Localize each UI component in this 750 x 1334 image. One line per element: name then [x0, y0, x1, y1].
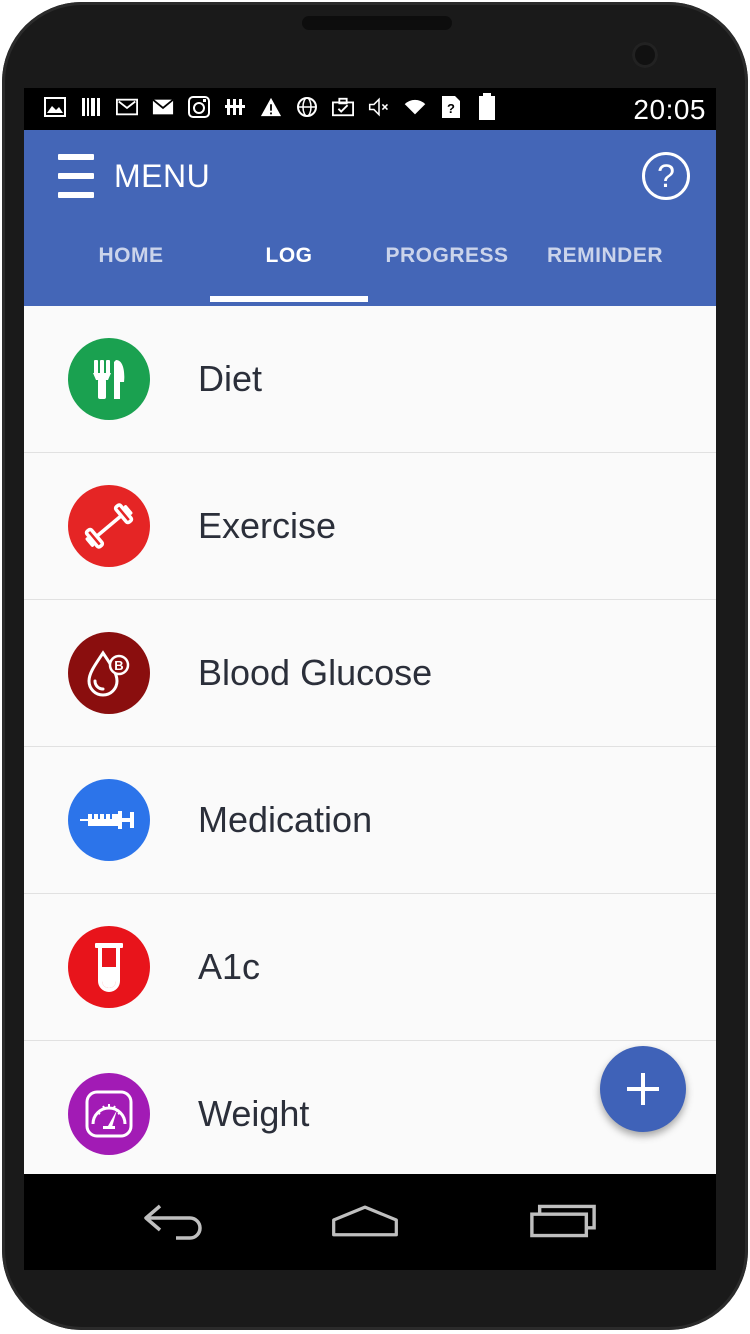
- battery-icon: [476, 93, 498, 120]
- list-item-a1c[interactable]: A1c: [24, 894, 716, 1041]
- image-icon: [44, 96, 66, 118]
- list-item-diet[interactable]: Diet: [24, 306, 716, 453]
- list-item-medication[interactable]: Medication: [24, 747, 716, 894]
- sim-icon: ?: [440, 96, 462, 118]
- warning-icon: [260, 96, 282, 118]
- mute-icon: [368, 96, 390, 118]
- mail-icon: [152, 96, 174, 118]
- screen: ? 20:05 MENU ? HOME LOG PROGRESS REMINDE…: [24, 88, 716, 1174]
- menu-label: MENU: [114, 157, 211, 194]
- menu-button[interactable]: MENU: [58, 152, 210, 200]
- navigation-bar: [24, 1174, 716, 1270]
- list-item-label: Medication: [198, 799, 373, 840]
- status-time: 20:05: [633, 94, 706, 125]
- list-item-blood-glucose[interactable]: B Blood Glucose: [24, 600, 716, 747]
- globe-icon: [296, 96, 318, 118]
- list-item-label: Exercise: [198, 505, 337, 546]
- list-item-label: Diet: [198, 358, 263, 399]
- briefcase-icon: [332, 96, 354, 118]
- front-camera: [632, 42, 658, 68]
- svg-text:?: ?: [447, 101, 455, 116]
- tab-home[interactable]: HOME: [52, 232, 210, 306]
- plus-icon: [627, 1073, 659, 1105]
- scale-gauge-icon: [68, 1073, 150, 1155]
- blood-drop-icon: B: [68, 632, 150, 714]
- list-item-label: Weight: [198, 1093, 310, 1134]
- list-item-label: A1c: [198, 946, 261, 987]
- help-icon: ?: [657, 157, 675, 194]
- fork-knife-icon: [68, 338, 150, 420]
- syringe-icon: [68, 779, 150, 861]
- log-list: Diet Exercise B Blood Glucose Medication…: [24, 306, 716, 1174]
- help-button[interactable]: ?: [642, 152, 690, 200]
- back-icon: [144, 1204, 202, 1240]
- add-entry-button[interactable]: [600, 1046, 686, 1132]
- test-tube-icon: [68, 926, 150, 1008]
- earpiece: [302, 16, 452, 30]
- app-bar: MENU ? HOME LOG PROGRESS REMINDER: [24, 130, 716, 306]
- home-icon: [332, 1205, 398, 1237]
- status-bar: ? 20:05: [24, 88, 716, 130]
- home-button[interactable]: [330, 1196, 400, 1244]
- tab-bar: HOME LOG PROGRESS REMINDER: [52, 232, 684, 306]
- dumbbell-icon: [68, 485, 150, 567]
- back-button[interactable]: [140, 1196, 210, 1244]
- svg-text:B: B: [114, 658, 123, 673]
- tab-log[interactable]: LOG: [210, 232, 368, 306]
- instagram-icon: [188, 96, 210, 118]
- recents-icon: [530, 1204, 596, 1238]
- recents-button[interactable]: [528, 1196, 598, 1244]
- barcode-icon: [80, 96, 102, 118]
- tab-reminder[interactable]: REMINDER: [526, 232, 684, 306]
- list-item-exercise[interactable]: Exercise: [24, 453, 716, 600]
- gmail-icon: [116, 96, 138, 118]
- tab-progress[interactable]: PROGRESS: [368, 232, 526, 306]
- grid-icon: [224, 96, 246, 118]
- list-item-label: Blood Glucose: [198, 652, 433, 693]
- hamburger-icon: [58, 154, 94, 198]
- wifi-icon: [404, 96, 426, 118]
